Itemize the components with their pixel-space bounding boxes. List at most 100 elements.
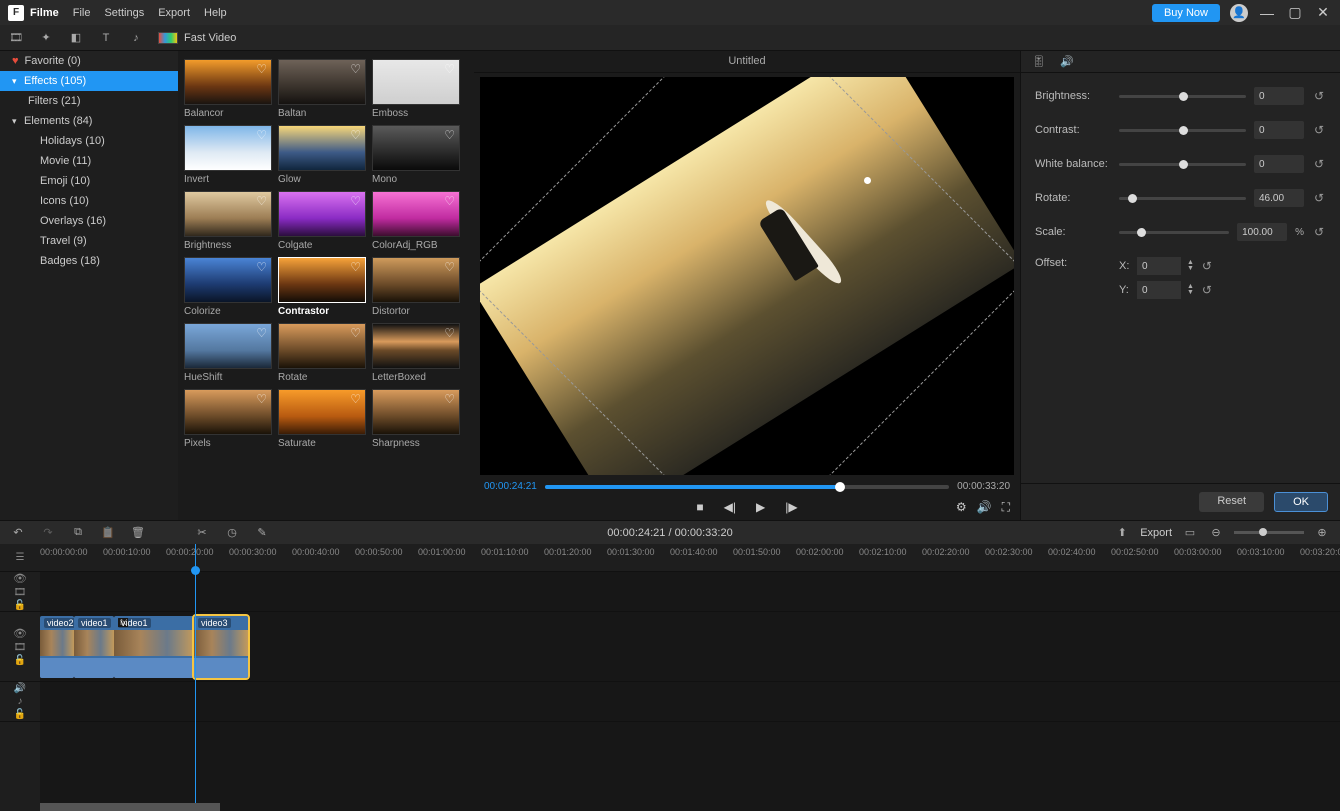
menu-file[interactable]: File [73,7,91,19]
video-track[interactable]: video2video1fxvideo1video3 [40,612,1340,682]
effect-thumb-colgate[interactable]: ♡ [278,191,366,237]
brightness-value[interactable]: 0 [1254,87,1304,105]
redo-icon[interactable]: ↷ [40,525,56,541]
text-icon[interactable]: T [98,30,114,46]
sidebar-item-travel[interactable]: Travel (9) [0,231,178,251]
heart-icon[interactable]: ♡ [256,392,267,406]
zoom-in-icon[interactable]: ⊕ [1314,525,1330,541]
close-button[interactable]: ✕ [1314,4,1332,21]
export-label[interactable]: Export [1140,527,1172,539]
heart-icon[interactable]: ♡ [444,62,455,76]
effects-icon[interactable]: ✦ [38,30,54,46]
effect-thumb-sharpness[interactable]: ♡ [372,389,460,435]
reset-icon[interactable]: ↺ [1312,123,1326,137]
export-icon[interactable]: ⬆ [1114,525,1130,541]
sidebar-item-elements[interactable]: ▾ Elements (84) [0,111,178,131]
clip-video1[interactable]: video1 [74,616,114,678]
seek-thumb[interactable] [835,482,845,492]
effect-thumb-baltan[interactable]: ♡ [278,59,366,105]
heart-icon[interactable]: ♡ [444,392,455,406]
offset-y-value[interactable]: 0 [1137,281,1181,299]
heart-icon[interactable]: ♡ [350,194,361,208]
stop-button[interactable]: ■ [696,500,703,514]
crop-icon[interactable]: ✎ [254,525,270,541]
stepper-y[interactable]: ▲▼ [1187,284,1194,296]
effect-thumb-colorize[interactable]: ♡ [184,257,272,303]
reset-icon[interactable]: ↺ [1312,89,1326,103]
video-tab-icon[interactable]: 🎚 [1031,54,1047,70]
sidebar-item-overlays[interactable]: Overlays (16) [0,211,178,231]
play-button[interactable]: ▶ [756,500,765,514]
slider-thumb[interactable] [1179,160,1188,169]
heart-icon[interactable]: ♡ [444,326,455,340]
paste-icon[interactable]: 📋 [100,525,116,541]
settings-icon[interactable]: ⚙ [956,500,967,515]
speaker-icon[interactable]: 🔊 [14,683,26,694]
zoom-out-icon[interactable]: ⊖ [1208,525,1224,541]
heart-icon[interactable]: ♡ [256,194,267,208]
white-balance-value[interactable]: 0 [1254,155,1304,173]
fullscreen-icon[interactable]: ⛶ [1002,500,1010,515]
heart-icon[interactable]: ♡ [256,62,267,76]
effect-thumb-distortor[interactable]: ♡ [372,257,460,303]
heart-icon[interactable]: ♡ [256,128,267,142]
fit-icon[interactable]: ▭ [1182,525,1198,541]
h-scrollbar[interactable] [40,803,220,811]
clip-video1[interactable]: fxvideo1 [114,616,194,678]
sidebar-item-emoji[interactable]: Emoji (10) [0,171,178,191]
fx-track[interactable] [40,572,1340,612]
maximize-button[interactable]: ▢ [1286,4,1304,21]
preview-canvas[interactable] [480,77,1014,475]
effect-thumb-mono[interactable]: ♡ [372,125,460,171]
effect-thumb-glow[interactable]: ♡ [278,125,366,171]
heart-icon[interactable]: ♡ [350,260,361,274]
effect-thumb-coloradj_rgb[interactable]: ♡ [372,191,460,237]
effect-thumb-pixels[interactable]: ♡ [184,389,272,435]
clip-video2[interactable]: video2 [40,616,74,678]
split-icon[interactable]: ✂ [194,525,210,541]
sidebar-item-holidays[interactable]: Holidays (10) [0,131,178,151]
zoom-thumb[interactable] [1259,528,1267,536]
sidebar-item-filters[interactable]: Filters (21) [0,91,178,111]
ok-button[interactable]: OK [1274,492,1328,512]
heart-icon[interactable]: ♡ [350,62,361,76]
slider-thumb[interactable] [1179,92,1188,101]
seek-track[interactable] [545,485,949,489]
reset-icon[interactable]: ↺ [1200,259,1214,273]
next-frame-button[interactable]: |▶ [785,500,797,514]
lock-icon[interactable]: 🔓 [14,655,26,666]
minimize-button[interactable]: — [1258,5,1276,21]
heart-icon[interactable]: ♡ [444,194,455,208]
reset-icon[interactable]: ↺ [1312,157,1326,171]
menu-help[interactable]: Help [204,7,227,19]
scale-value[interactable]: 100.00 [1237,223,1287,241]
scale-slider[interactable] [1119,231,1229,234]
copy-icon[interactable]: ⧉ [70,525,86,541]
reset-icon[interactable]: ↺ [1312,191,1326,205]
effect-thumb-saturate[interactable]: ♡ [278,389,366,435]
audio-track[interactable] [40,682,1340,722]
reset-icon[interactable]: ↺ [1312,225,1326,239]
heart-icon[interactable]: ♡ [350,392,361,406]
clip-video3[interactable]: video3 [194,616,248,678]
sidebar-item-effects[interactable]: ▾ Effects (105) [0,71,178,91]
lock-icon[interactable]: 🔓 [14,709,26,720]
heart-icon[interactable]: ♡ [444,128,455,142]
audio-icon[interactable]: ♪ [128,30,144,46]
slider-thumb[interactable] [1179,126,1188,135]
audio-tab-icon[interactable]: 🔊 [1059,54,1075,70]
effect-thumb-balancor[interactable]: ♡ [184,59,272,105]
delete-icon[interactable]: 🗑 [130,525,146,541]
rotate-value[interactable]: 46.00 [1254,189,1304,207]
contrast-value[interactable]: 0 [1254,121,1304,139]
playhead[interactable] [195,544,196,811]
sidebar-item-badges[interactable]: Badges (18) [0,251,178,271]
menu-export[interactable]: Export [158,7,190,19]
offset-x-value[interactable]: 0 [1137,257,1181,275]
favorite-row[interactable]: ♥ Favorite (0) [0,51,178,71]
fast-video-button[interactable]: Fast Video [158,32,236,44]
heart-icon[interactable]: ♡ [350,128,361,142]
sidebar-item-movie[interactable]: Movie (11) [0,151,178,171]
media-icon[interactable]: 🎞 [8,30,24,46]
heart-icon[interactable]: ♡ [256,326,267,340]
